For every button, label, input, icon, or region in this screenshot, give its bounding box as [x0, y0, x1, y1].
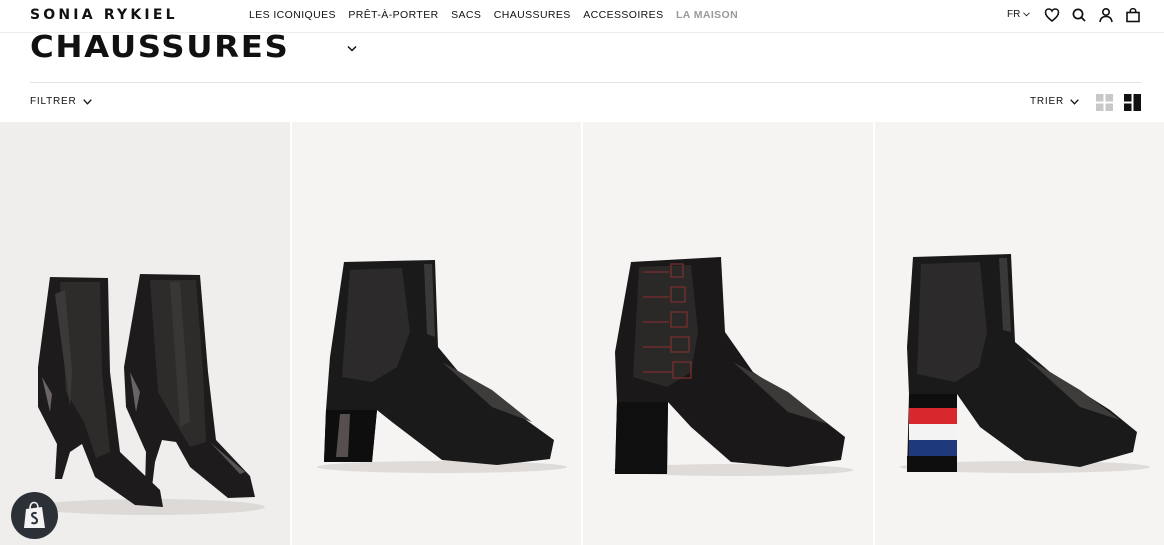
chevron-down-icon[interactable] [347, 45, 357, 53]
main-nav: LES ICONIQUES PRÊT-À-PORTER SACS CHAUSSU… [249, 9, 751, 21]
product-image [316, 260, 567, 473]
product-image [613, 257, 853, 476]
account-icon[interactable] [1098, 7, 1114, 23]
product-card[interactable] [0, 122, 290, 545]
shopify-bag-icon [24, 501, 45, 528]
nav-item-accessoires[interactable]: ACCESSOIRES [583, 9, 663, 21]
grid-4-icon[interactable] [1096, 94, 1113, 111]
filter-label: FILTRER [30, 96, 77, 107]
heart-icon[interactable] [1044, 7, 1060, 23]
sort-label: TRIER [1030, 96, 1064, 107]
brand-logo[interactable]: SONIA RYKIEL [30, 7, 178, 23]
nav-item-la-maison[interactable]: LA MAISON [676, 9, 738, 21]
product-card[interactable] [874, 122, 1164, 545]
shopify-widget[interactable] [11, 492, 58, 539]
top-nav-bar: SONIA RYKIEL LES ICONIQUES PRÊT-À-PORTER… [0, 0, 1164, 33]
language-label: FR [1007, 9, 1021, 20]
product-card[interactable] [583, 122, 873, 545]
nav-item-les-iconiques[interactable]: LES ICONIQUES [249, 9, 336, 21]
nav-item-pret-a-porter[interactable]: PRÊT-À-PORTER [348, 9, 438, 21]
bag-icon[interactable] [1125, 7, 1141, 23]
search-icon[interactable] [1071, 7, 1087, 23]
product-card[interactable] [291, 122, 581, 545]
product-grid [0, 122, 1164, 545]
language-selector[interactable]: FR [1007, 9, 1031, 20]
divider [30, 82, 1141, 83]
page-title: CHAUSSURES [30, 30, 290, 65]
chevron-down-icon [1070, 98, 1079, 105]
filter-button[interactable]: FILTRER [30, 96, 92, 107]
nav-item-sacs[interactable]: SACS [451, 9, 481, 21]
sort-button[interactable]: TRIER [1030, 96, 1079, 107]
product-image [35, 274, 265, 515]
grid-mosaic-icon[interactable] [1124, 94, 1141, 111]
product-image [899, 254, 1150, 473]
chevron-down-icon [82, 98, 92, 105]
chevron-down-icon [1023, 12, 1031, 17]
nav-item-chaussures[interactable]: CHAUSSURES [494, 9, 571, 21]
